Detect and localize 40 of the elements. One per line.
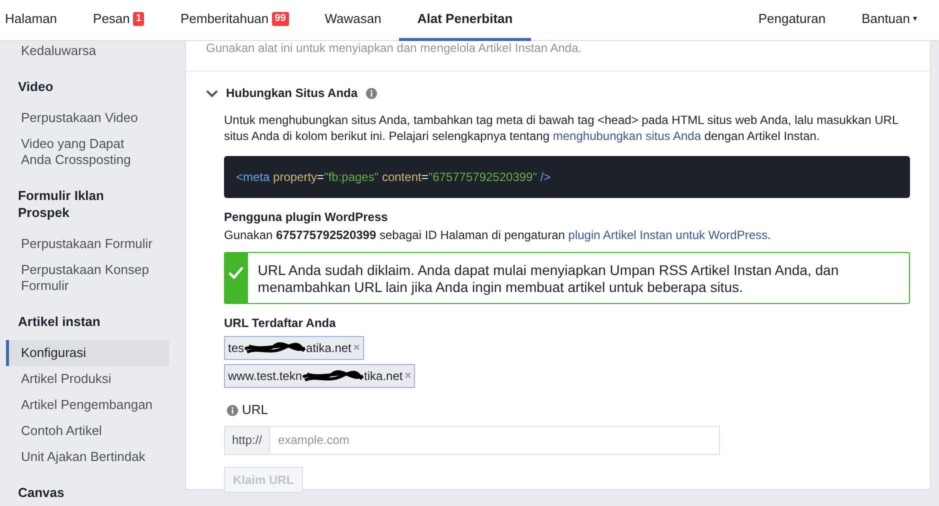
url-text: tes (228, 340, 244, 357)
url-text: tika.net (364, 368, 403, 385)
intro-text: Gunakan alat ini untuk menyiapkan dan mengelola Artikel Instan Anda. (206, 40, 583, 57)
field-label: URL (242, 401, 268, 419)
sidebar-item[interactable]: Artikel Produksi (6, 366, 169, 392)
sidebar-item[interactable]: Unit Ajakan Bertindak (6, 444, 169, 470)
nav-tab[interactable]: Pemberitahuan 99 (162, 0, 307, 41)
alert-text: URL Anda sudah diklaim. Anda dapat mulai menyiapkan Umpan RSS Artikel Instan Anda, dan menambahkan URL lain jika Anda ingin membuat artikel untuk beberapa situs. (256, 261, 840, 297)
sidebar-item[interactable]: Contoh Artikel (6, 418, 169, 444)
url-field[interactable]: example.com (270, 426, 720, 454)
sidebar-heading: Video (17, 78, 54, 96)
subheading: Pengguna plugin WordPress (224, 209, 389, 226)
section-title: Hubungkan Situs Anda (226, 85, 358, 102)
count-badge: 99 (272, 12, 289, 26)
sidebar-item[interactable]: Video yang Dapat Anda Crossposting (6, 131, 169, 173)
sidebar-item[interactable]: Perpustakaan Formulir (6, 231, 169, 257)
nav-tab[interactable]: Wawasan (306, 0, 400, 41)
url-text: atika.net (306, 340, 352, 357)
nav-tab[interactable]: Pesan 1 (75, 0, 162, 41)
description-text: Untuk menghubungkan situs Anda, tambahkan tag meta di bawah tag <head> pada HTML situs web Anda, lalu masukkan URL situs Anda di kolom berikut ini. Pelajari selengkapnya tentang menghubungkan situs Anda dengan Artikel Instan. (224, 112, 900, 144)
sidebar-item[interactable]: Perpustakaan Video (6, 105, 169, 131)
count-badge: 1 (132, 12, 144, 26)
nav-link[interactable]: Bantuan ▾ (844, 0, 935, 41)
text-link[interactable]: plugin Artikel Instan untuk WordPress (568, 228, 768, 242)
sidebar-item[interactable]: Artikel Pengembangan (6, 392, 169, 418)
sidebar-item[interactable]: Perpustakaan Konsep Formulir (6, 257, 169, 299)
sidebar-heading: Canvas (17, 484, 66, 502)
caret-icon: ▾ (913, 13, 917, 25)
sidebar-heading: Formulir Iklan Prospek (17, 187, 105, 222)
sidebar-item[interactable]: Kedaluwarsa (6, 41, 169, 64)
text-link[interactable]: menghubungkan situs Anda (552, 129, 701, 143)
nav-link[interactable]: Pengaturan (740, 0, 844, 41)
url-text: www.test.tekn (228, 368, 302, 385)
url-prefix: http:// (224, 426, 270, 454)
sidebar-heading: Artikel instan (17, 313, 102, 331)
wordpress-text: Gunakan 675775792520399 sebagai ID Halaman di pengaturan plugin Artikel Instan untuk WordPress. (224, 227, 772, 244)
field-label: URL Terdaftar Anda (224, 315, 337, 332)
sidebar-item[interactable]: Konfigurasi (6, 340, 169, 366)
nav-tab[interactable]: Halaman (0, 0, 76, 41)
code-snippet: <meta property="fb:pages" content="675775792520399" /> (224, 156, 910, 198)
